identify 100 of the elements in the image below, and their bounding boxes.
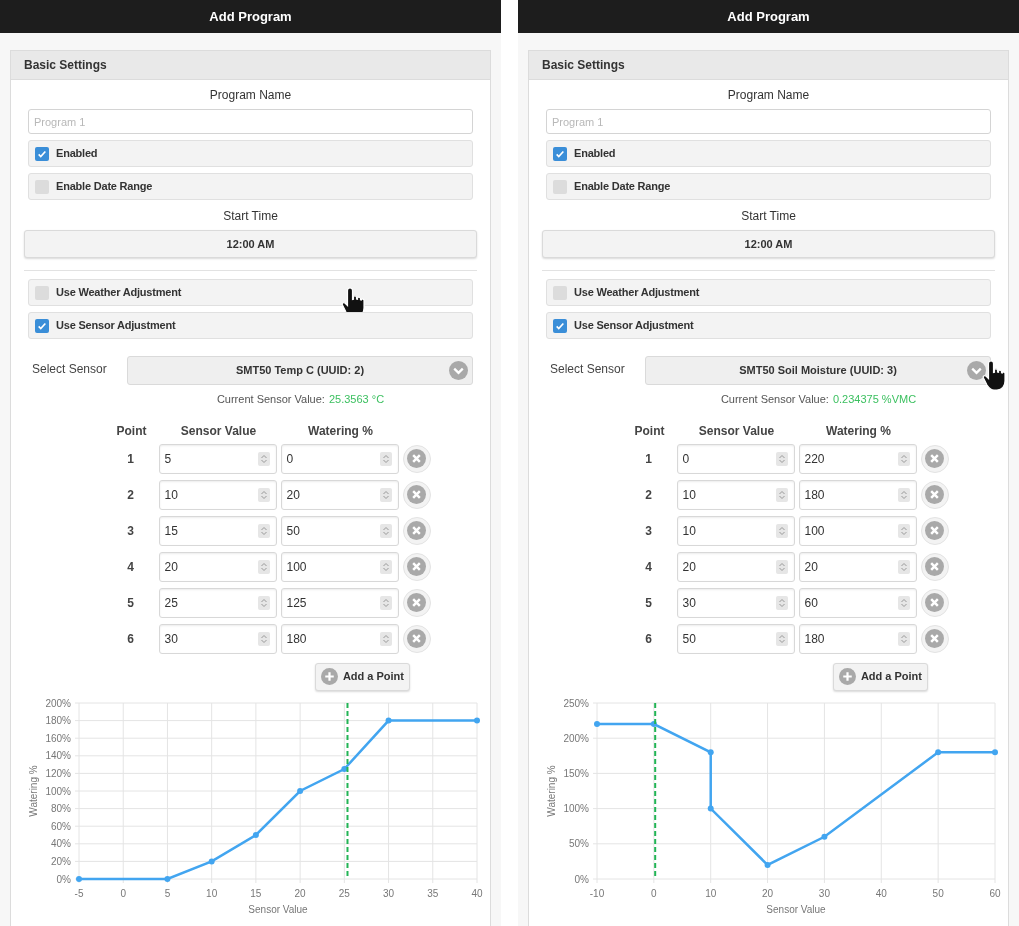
add-point-button[interactable]: Add a Point [832,662,928,691]
remove-point-button[interactable] [920,552,949,581]
sensor-value-field[interactable]: 30 [158,623,277,654]
spinner-icon[interactable] [379,523,392,538]
sensor-value-field[interactable]: 10 [676,479,795,510]
start-time-button[interactable]: 12:00 AM [24,230,477,258]
y-tick-label: 100% [563,802,589,814]
remove-point-button[interactable] [920,516,949,545]
watering-field[interactable]: 20 [798,551,917,582]
spinner-icon[interactable] [775,487,788,502]
watering-field[interactable]: 60 [798,587,917,618]
add-point-button[interactable]: Add a Point [314,662,410,691]
remove-point-button[interactable] [920,624,949,653]
spinner-icon[interactable] [897,487,910,502]
checkbox[interactable] [553,146,567,161]
y-tick-label: 80% [51,802,71,814]
watering-field[interactable]: 50 [280,515,399,546]
sensor-value-field[interactable]: 10 [158,479,277,510]
page-title: Add Program [727,7,810,26]
checkbox-row[interactable]: Enabled [546,140,991,167]
spinner-icon[interactable] [897,631,910,646]
data-point [764,861,771,868]
x-tick-label: 20 [762,887,774,899]
sensor-value-field[interactable]: 30 [676,587,795,618]
watering-field[interactable]: 180 [798,479,917,510]
sensor-value-field[interactable]: 0 [676,443,795,474]
remove-point-button[interactable] [402,588,431,617]
remove-point-button[interactable] [920,480,949,509]
spinner-icon[interactable] [379,451,392,466]
checkbox-row[interactable]: Use Sensor Adjustment [28,312,473,339]
check-icon [37,148,47,159]
spinner-icon[interactable] [775,523,788,538]
remove-point-button[interactable] [402,552,431,581]
y-tick-label: 60% [51,820,71,832]
checkbox-row[interactable]: Enable Date Range [28,173,473,200]
current-value: 25.3563 °C [328,392,385,407]
watering-field[interactable]: 20 [280,479,399,510]
spinner-icon[interactable] [257,487,270,502]
spinner-icon[interactable] [897,451,910,466]
close-icon [925,629,944,648]
watering-field[interactable]: 220 [798,443,917,474]
y-tick-label: 150% [563,767,589,779]
spinner-icon[interactable] [379,559,392,574]
x-tick-label: 0 [120,887,126,899]
checkbox-row[interactable]: Use Sensor Adjustment [546,312,991,339]
data-point [252,831,259,838]
column-header: Point [633,422,666,440]
watering-field[interactable]: 100 [280,551,399,582]
checkbox-row[interactable]: Use Weather Adjustment [546,279,991,306]
y-tick-label: 140% [45,749,71,761]
checkbox[interactable] [35,146,49,161]
checkbox-row[interactable]: Enable Date Range [546,173,991,200]
watering-field[interactable]: 0 [280,443,399,474]
spinner-icon[interactable] [379,631,392,646]
chevron-down-icon [449,361,468,380]
sensor-select[interactable]: SMT50 Temp C (UUID: 2) [127,356,473,385]
checkbox[interactable] [35,318,49,333]
spinner-icon[interactable] [257,523,270,538]
checkbox[interactable] [553,318,567,333]
program-name-field[interactable]: Program 1 [546,109,991,134]
sensor-value-field[interactable]: 25 [158,587,277,618]
check-icon [37,320,47,331]
x-tick-label: 15 [250,887,262,899]
sensor-value-field[interactable]: 15 [158,515,277,546]
watering-field[interactable]: 100 [798,515,917,546]
spinner-icon[interactable] [775,451,788,466]
spinner-icon[interactable] [379,595,392,610]
remove-point-button[interactable] [402,444,431,473]
watering-field[interactable]: 125 [280,587,399,618]
checkbox-label: Enabled [56,146,98,162]
checkbox-row[interactable]: Enabled [28,140,473,167]
remove-point-button[interactable] [402,480,431,509]
y-axis-label: Watering % [28,764,39,817]
remove-point-button[interactable] [402,624,431,653]
sensor-value-field[interactable]: 5 [158,443,277,474]
spinner-icon[interactable] [775,595,788,610]
spinner-icon[interactable] [257,451,270,466]
spinner-icon[interactable] [257,559,270,574]
spinner-icon[interactable] [775,559,788,574]
program-name-field[interactable]: Program 1 [28,109,473,134]
watering-field[interactable]: 180 [280,623,399,654]
start-time-button[interactable]: 12:00 AM [542,230,995,258]
sensor-value-field[interactable]: 50 [676,623,795,654]
spinner-icon[interactable] [379,487,392,502]
plus-icon [320,668,338,685]
point-number: 1 [126,450,135,468]
spinner-icon[interactable] [897,523,910,538]
spinner-icon[interactable] [257,631,270,646]
spinner-icon[interactable] [257,595,270,610]
remove-point-button[interactable] [920,444,949,473]
sensor-value-field[interactable]: 20 [158,551,277,582]
spinner-icon[interactable] [897,595,910,610]
spinner-icon[interactable] [897,559,910,574]
sensor-value-field[interactable]: 10 [676,515,795,546]
spinner-icon[interactable] [775,631,788,646]
remove-point-button[interactable] [920,588,949,617]
remove-point-button[interactable] [402,516,431,545]
watering-field[interactable]: 180 [798,623,917,654]
close-icon [925,557,944,576]
sensor-value-field[interactable]: 20 [676,551,795,582]
